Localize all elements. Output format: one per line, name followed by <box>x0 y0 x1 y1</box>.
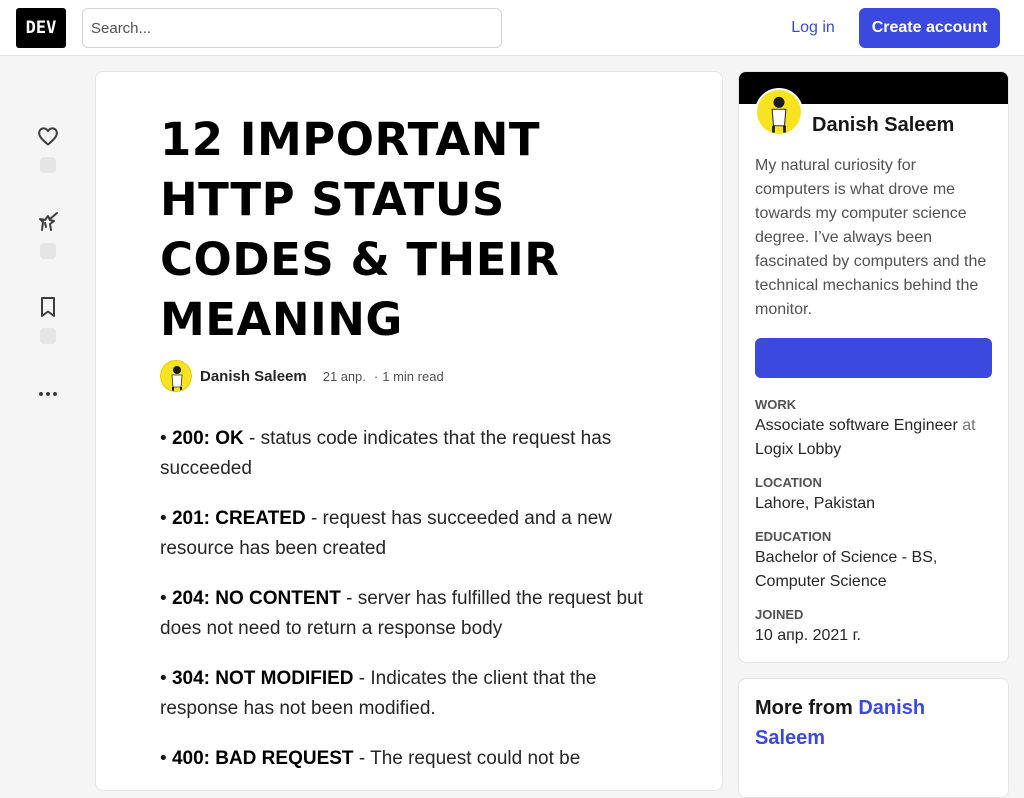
person-icon <box>771 96 787 133</box>
article-title: 12 IMPORTANT HTTP STATUS CODES & THEIR M… <box>160 113 560 346</box>
article-body: • 200: OK - status code indicates that t… <box>160 424 650 794</box>
unicorn-reaction-button[interactable] <box>28 210 68 270</box>
location-value: Lahore, Pakistan <box>755 495 876 512</box>
search-input[interactable] <box>82 8 502 48</box>
read-time: 1 min read <box>382 368 444 384</box>
joined-label: JOINED <box>755 607 804 622</box>
heart-reaction-button[interactable] <box>28 124 68 184</box>
follow-button[interactable] <box>755 338 992 378</box>
status-code: 204: NO CONTENT <box>171 588 341 609</box>
education-field: EDUCATION Bachelor of Science - BS, Comp… <box>755 528 995 594</box>
profile-name[interactable]: Danish Saleem <box>812 114 954 137</box>
education-label: EDUCATION <box>755 529 832 544</box>
work-title: Associate software Engineer <box>755 417 958 434</box>
more-from-heading: More from Danish Saleem <box>755 693 985 753</box>
work-value-line: Associate software Engineer at Logix Lob… <box>755 414 995 462</box>
more-horizontal-icon <box>39 392 57 396</box>
status-code-item: • 304: NOT MODIFIED - Indicates the clie… <box>160 668 597 719</box>
article-meta: Danish Saleem 21 апр. · 1 min read <box>160 360 660 392</box>
status-code-item: • 201: CREATED - request has succeeded a… <box>160 508 612 559</box>
profile-avatar[interactable] <box>755 88 803 136</box>
status-code: 400: BAD REQUEST <box>171 748 354 769</box>
profile-bio: My natural curiosity for computers is wh… <box>755 157 987 318</box>
login-link[interactable]: Log in <box>776 8 850 48</box>
location-label: LOCATION <box>755 475 822 490</box>
status-code: 304: NOT MODIFIED <box>171 668 354 689</box>
work-company: Logix Lobby <box>755 441 842 458</box>
joined-field: JOINED 10 апр. 2021 г. <box>755 606 995 648</box>
work-field: WORK Associate software Engineer at Logi… <box>755 396 995 462</box>
heart-count <box>40 157 56 173</box>
status-code-item: • 200: OK - status code indicates that t… <box>160 428 612 479</box>
heart-icon <box>38 127 58 146</box>
meta-separator: · <box>373 368 379 384</box>
status-code: 200: OK <box>171 428 244 449</box>
more-from-card: More from Danish Saleem <box>738 678 1009 798</box>
top-header: DEV Log in Create account <box>0 0 1024 56</box>
status-description: - The request could not be <box>353 748 581 769</box>
unicorn-count <box>40 243 56 259</box>
author-avatar[interactable] <box>160 360 192 392</box>
create-account-button[interactable]: Create account <box>859 8 1000 48</box>
more-from-prefix: More from <box>755 697 853 719</box>
dev-logo[interactable]: DEV <box>16 8 66 48</box>
unicorn-icon <box>39 212 58 231</box>
bookmark-button[interactable] <box>28 295 68 355</box>
status-code-item: • 204: NO CONTENT - server has fulfilled… <box>160 588 643 639</box>
more-options-button[interactable] <box>28 382 68 406</box>
location-field: LOCATION Lahore, Pakistan <box>755 474 995 516</box>
joined-value: 10 апр. 2021 г. <box>755 627 861 644</box>
status-code-item: • 400: BAD REQUEST - The request could n… <box>160 748 581 769</box>
bookmark-count <box>40 328 56 344</box>
bookmark-icon <box>41 297 55 317</box>
work-label: WORK <box>755 397 797 412</box>
education-value: Bachelor of Science - BS, Computer Scien… <box>755 549 938 590</box>
article-card: 12 IMPORTANT HTTP STATUS CODES & THEIR M… <box>95 71 723 791</box>
work-at: at <box>957 417 976 434</box>
status-code: 201: CREATED <box>171 508 306 529</box>
author-profile-card: Danish Saleem My natural curiosity for c… <box>738 71 1009 663</box>
publish-date: 21 апр. <box>322 368 366 384</box>
person-icon <box>171 366 183 391</box>
author-name[interactable]: Danish Saleem <box>200 368 307 385</box>
